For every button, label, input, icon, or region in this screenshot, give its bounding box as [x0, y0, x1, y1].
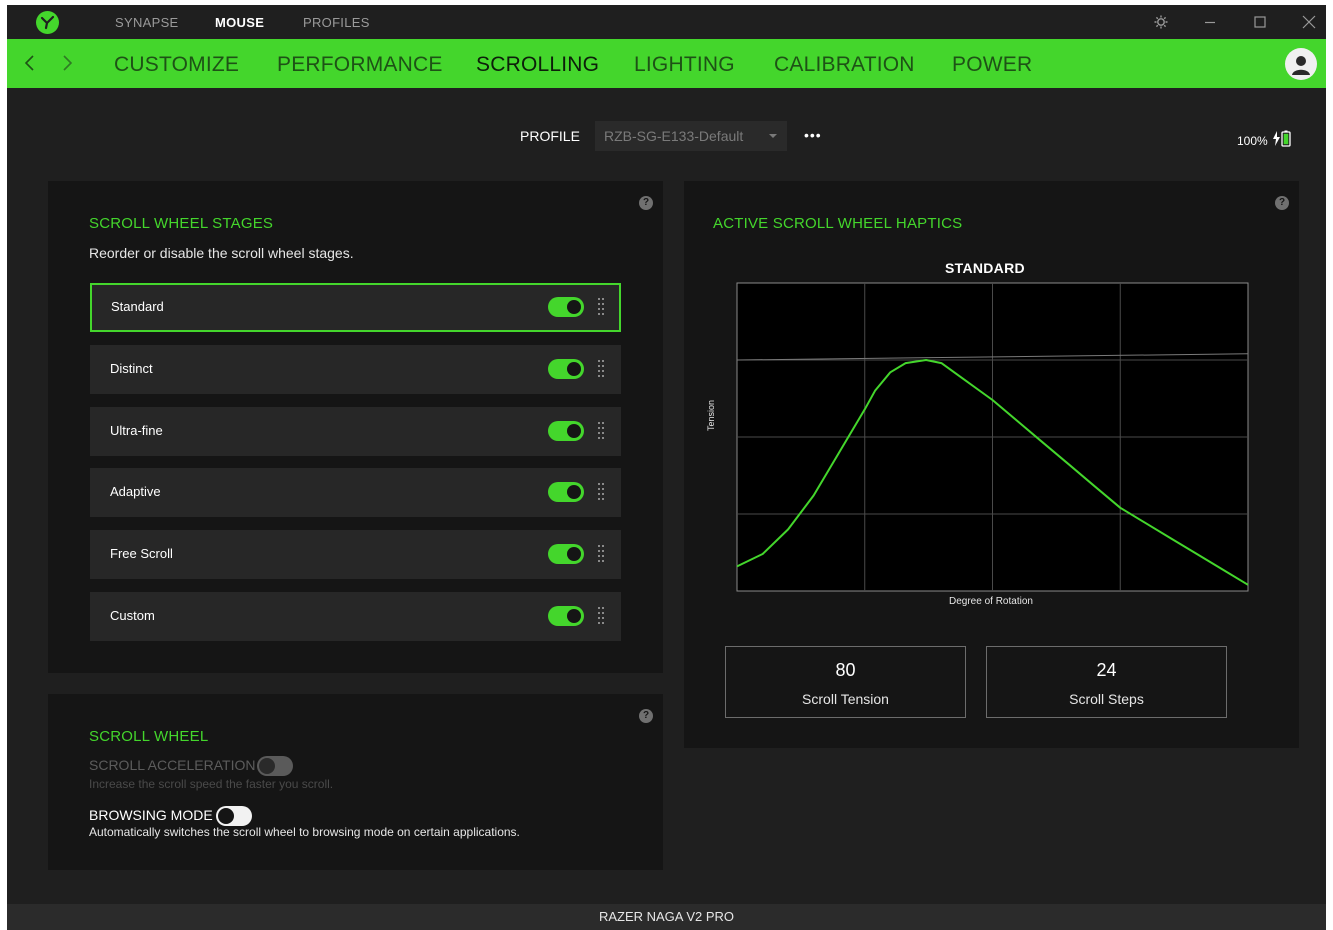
scroll-tension-value: 80 [835, 660, 856, 680]
maximize-icon[interactable] [1251, 13, 1269, 31]
scroll-steps-box[interactable]: 24 Scroll Steps [986, 646, 1227, 718]
y-axis-label: Tension [706, 399, 716, 431]
stage-row[interactable]: Free Scroll [90, 530, 621, 579]
tab-calibration[interactable]: CALIBRATION [774, 53, 915, 77]
back-arrow-icon[interactable] [23, 53, 37, 73]
nav-bar: CUSTOMIZE PERFORMANCE SCROLLING LIGHTING… [7, 39, 1326, 88]
stage-name: Free Scroll [110, 546, 173, 561]
stages-title: SCROLL WHEEL STAGES [89, 215, 274, 232]
user-avatar-icon[interactable] [1285, 48, 1317, 80]
stage-toggle[interactable] [548, 421, 584, 441]
stage-name: Adaptive [110, 484, 161, 499]
scroll-tension-label: Scroll Tension [802, 691, 889, 707]
stage-row[interactable]: Distinct [90, 345, 621, 394]
top-tab-synapse[interactable]: SYNAPSE [115, 15, 179, 30]
stage-row[interactable]: Standard [90, 283, 621, 332]
scroll-steps-value: 24 [1096, 660, 1117, 680]
tab-scrolling[interactable]: SCROLLING [476, 53, 599, 77]
browsing-mode-description: Automatically switches the scroll wheel … [89, 825, 520, 839]
device-footer: RAZER NAGA V2 PRO [7, 904, 1326, 930]
scroll-steps-label: Scroll Steps [1069, 691, 1144, 707]
minimize-icon[interactable] [1201, 13, 1219, 31]
stages-subtitle: Reorder or disable the scroll wheel stag… [89, 245, 354, 261]
title-bar: SYNAPSE MOUSE PROFILES [7, 5, 1326, 39]
help-icon[interactable]: ? [639, 709, 653, 723]
help-icon[interactable]: ? [639, 196, 653, 210]
stage-name: Standard [111, 299, 164, 314]
scroll-tension-box[interactable]: 80 Scroll Tension [725, 646, 966, 718]
close-icon[interactable] [1300, 13, 1318, 31]
battery-charging-icon [1272, 130, 1292, 153]
scroll-haptics-panel: ? ACTIVE SCROLL WHEEL HAPTICS STANDARD T… [684, 181, 1299, 748]
drag-handle-icon[interactable] [598, 422, 606, 440]
stage-toggle[interactable] [548, 606, 584, 626]
profile-dropdown-value: RZB-SG-E133-Default [604, 128, 744, 144]
drag-handle-icon[interactable] [598, 607, 606, 625]
razer-logo-icon[interactable] [36, 11, 59, 34]
help-icon[interactable]: ? [1275, 196, 1289, 210]
chart-title: STANDARD [945, 260, 1025, 276]
device-name: RAZER NAGA V2 PRO [598, 909, 735, 924]
drag-handle-icon[interactable] [598, 298, 606, 316]
stage-toggle[interactable] [548, 482, 584, 502]
profile-label: PROFILE [520, 128, 580, 144]
tab-customize[interactable]: CUSTOMIZE [114, 53, 239, 77]
chevron-down-icon [769, 134, 777, 138]
stage-row[interactable]: Custom [90, 592, 621, 641]
stage-row[interactable]: Adaptive [90, 468, 621, 517]
scroll-acceleration-toggle[interactable] [257, 756, 293, 776]
profile-more-button[interactable]: ••• [804, 127, 822, 143]
synapse-window: SYNAPSE MOUSE PROFILES CUSTOMIZE PERFORM… [7, 5, 1326, 930]
stage-toggle[interactable] [548, 359, 584, 379]
top-tab-profiles[interactable]: PROFILES [303, 15, 370, 30]
battery-level: 100% [1237, 134, 1268, 148]
scroll-acceleration-description: Increase the scroll speed the faster you… [89, 777, 334, 791]
browsing-mode-label: BROWSING MODE [89, 807, 213, 823]
tab-performance[interactable]: PERFORMANCE [277, 53, 443, 77]
stage-name: Custom [110, 608, 155, 623]
haptics-chart [736, 282, 1249, 592]
profile-dropdown[interactable]: RZB-SG-E133-Default [595, 121, 787, 151]
haptics-title: ACTIVE SCROLL WHEEL HAPTICS [713, 215, 963, 232]
stage-toggle[interactable] [548, 297, 584, 317]
forward-arrow-icon[interactable] [60, 53, 74, 73]
drag-handle-icon[interactable] [598, 360, 606, 378]
settings-gear-icon[interactable] [1152, 13, 1170, 31]
drag-handle-icon[interactable] [598, 545, 606, 563]
browsing-mode-toggle[interactable] [216, 806, 252, 826]
stage-name: Distinct [110, 361, 153, 376]
top-tab-mouse[interactable]: MOUSE [215, 15, 264, 30]
stage-row[interactable]: Ultra-fine [90, 407, 621, 456]
stage-name: Ultra-fine [110, 423, 163, 438]
scroll-acceleration-label: SCROLL ACCELERATION [89, 757, 256, 773]
scroll-wheel-panel: ? SCROLL WHEEL SCROLL ACCELERATION Incre… [48, 694, 663, 870]
scroll-wheel-title: SCROLL WHEEL [89, 728, 209, 745]
tab-power[interactable]: POWER [952, 53, 1032, 77]
drag-handle-icon[interactable] [598, 483, 606, 501]
x-axis-label: Degree of Rotation [949, 596, 1033, 607]
scroll-wheel-stages-panel: ? SCROLL WHEEL STAGES Reorder or disable… [48, 181, 663, 673]
stage-toggle[interactable] [548, 544, 584, 564]
tab-lighting[interactable]: LIGHTING [634, 53, 735, 77]
